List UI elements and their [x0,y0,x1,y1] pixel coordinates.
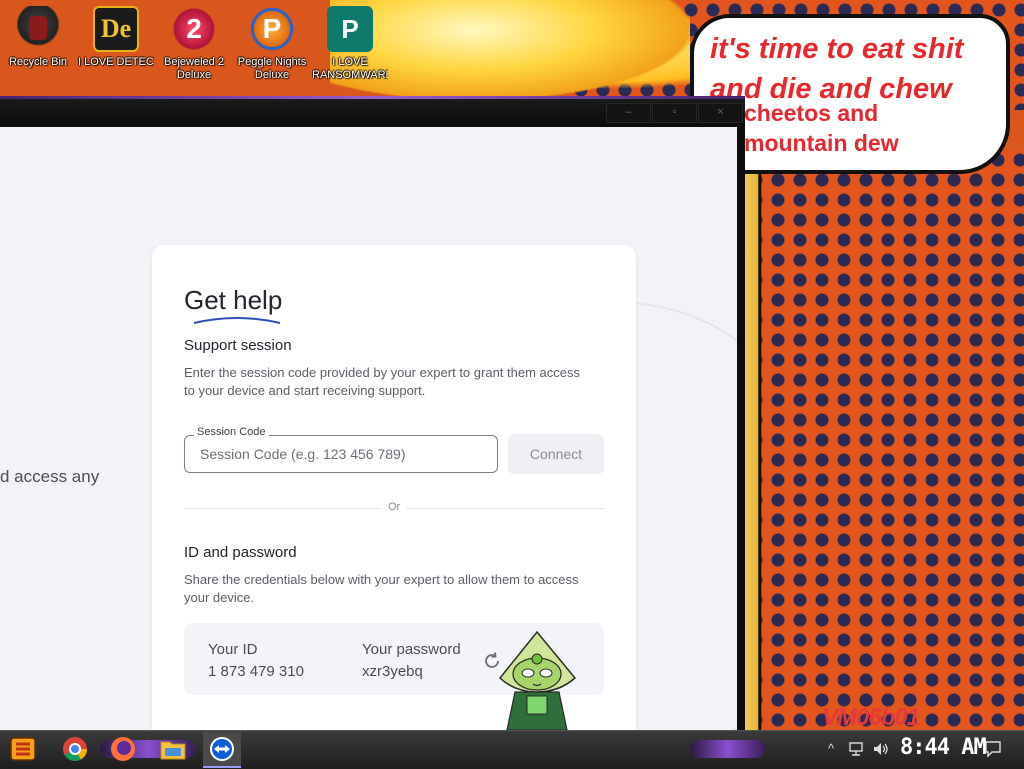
taskbar-accent-right [690,740,765,758]
your-password-label: Your password [362,641,461,658]
bubble-text-line3: cheetos and [744,100,879,126]
desktop-icon-label: I LOVE DETECTING... [78,56,154,68]
publisher-icon: P [327,6,373,52]
your-id-value[interactable]: 1 873 479 310 [208,663,304,680]
taskbar-active-app[interactable] [203,732,241,768]
wallpaper-dots [745,150,1024,730]
bejeweled-icon: 2 [171,6,217,52]
peggle-icon: P [249,6,295,52]
firefox-icon[interactable] [108,734,138,764]
wallpaper-watermark: VM06b01 [822,704,920,731]
window-content: d access any Get help Support session En… [0,127,737,730]
desktop-icon-label: Recycle Bin [8,56,68,68]
tray-overflow-button[interactable]: ^ [828,741,834,756]
side-panel-text: d access any [0,467,100,486]
recycle-bin-icon [15,6,61,52]
file-explorer-icon[interactable] [158,734,188,764]
session-code-input[interactable] [186,437,514,471]
taskbar-clock[interactable]: 8:44 AM [900,735,987,760]
connect-button[interactable]: Connect [508,434,604,474]
page-title: Get help [184,285,283,315]
session-code-label: Session Code [194,426,269,438]
bubble-text-line1: it's time to eat shit [710,33,964,65]
desktop-icon-bejeweled[interactable]: 2 Bejeweled 2 Deluxe [156,6,232,82]
close-button[interactable]: × [698,103,743,123]
id-password-heading: ID and password [184,544,297,561]
support-session-heading: Support session [184,337,292,354]
session-code-field [184,435,514,473]
teamviewer-icon [210,737,234,761]
detective-icon: De [93,6,139,52]
maximize-button[interactable]: ▫ [652,103,697,123]
desktop-icon-recycle-bin[interactable]: Recycle Bin [0,6,76,69]
your-password-value[interactable]: xzr3yebq [362,663,423,680]
window-controls: – ▫ × [605,103,743,123]
desktop-icon-detecting[interactable]: De I LOVE DETECTING... [78,6,154,69]
chrome-icon[interactable] [60,734,90,764]
desktop-icon-label: Peggle Nights Deluxe [237,56,307,81]
divider-or-text: Or [382,501,407,513]
minimize-button[interactable]: – [606,103,651,123]
desktop-icon-peggle[interactable]: P Peggle Nights Deluxe [234,6,310,82]
notifications-icon[interactable] [984,740,1002,758]
window-accent-bar [0,96,745,99]
bubble-text-line4: mountain dew [744,130,899,156]
desktop-icon-label: I LOVE RANSOMWARE [312,56,388,81]
support-session-description: Enter the session code provided by your … [184,365,580,398]
your-id-label: Your ID [208,641,258,658]
start-button-icon[interactable] [8,734,38,764]
network-icon[interactable] [848,741,866,757]
title-underline-icon [193,317,281,324]
desktop-icon-label: Bejeweled 2 Deluxe [164,56,224,81]
desktop-icon-ransomware[interactable]: P I LOVE RANSOMWARE [312,6,388,82]
volume-icon[interactable] [872,741,890,757]
id-password-description: Share the credentials below with your ex… [184,572,579,605]
peridot-character-sticker [498,630,577,730]
